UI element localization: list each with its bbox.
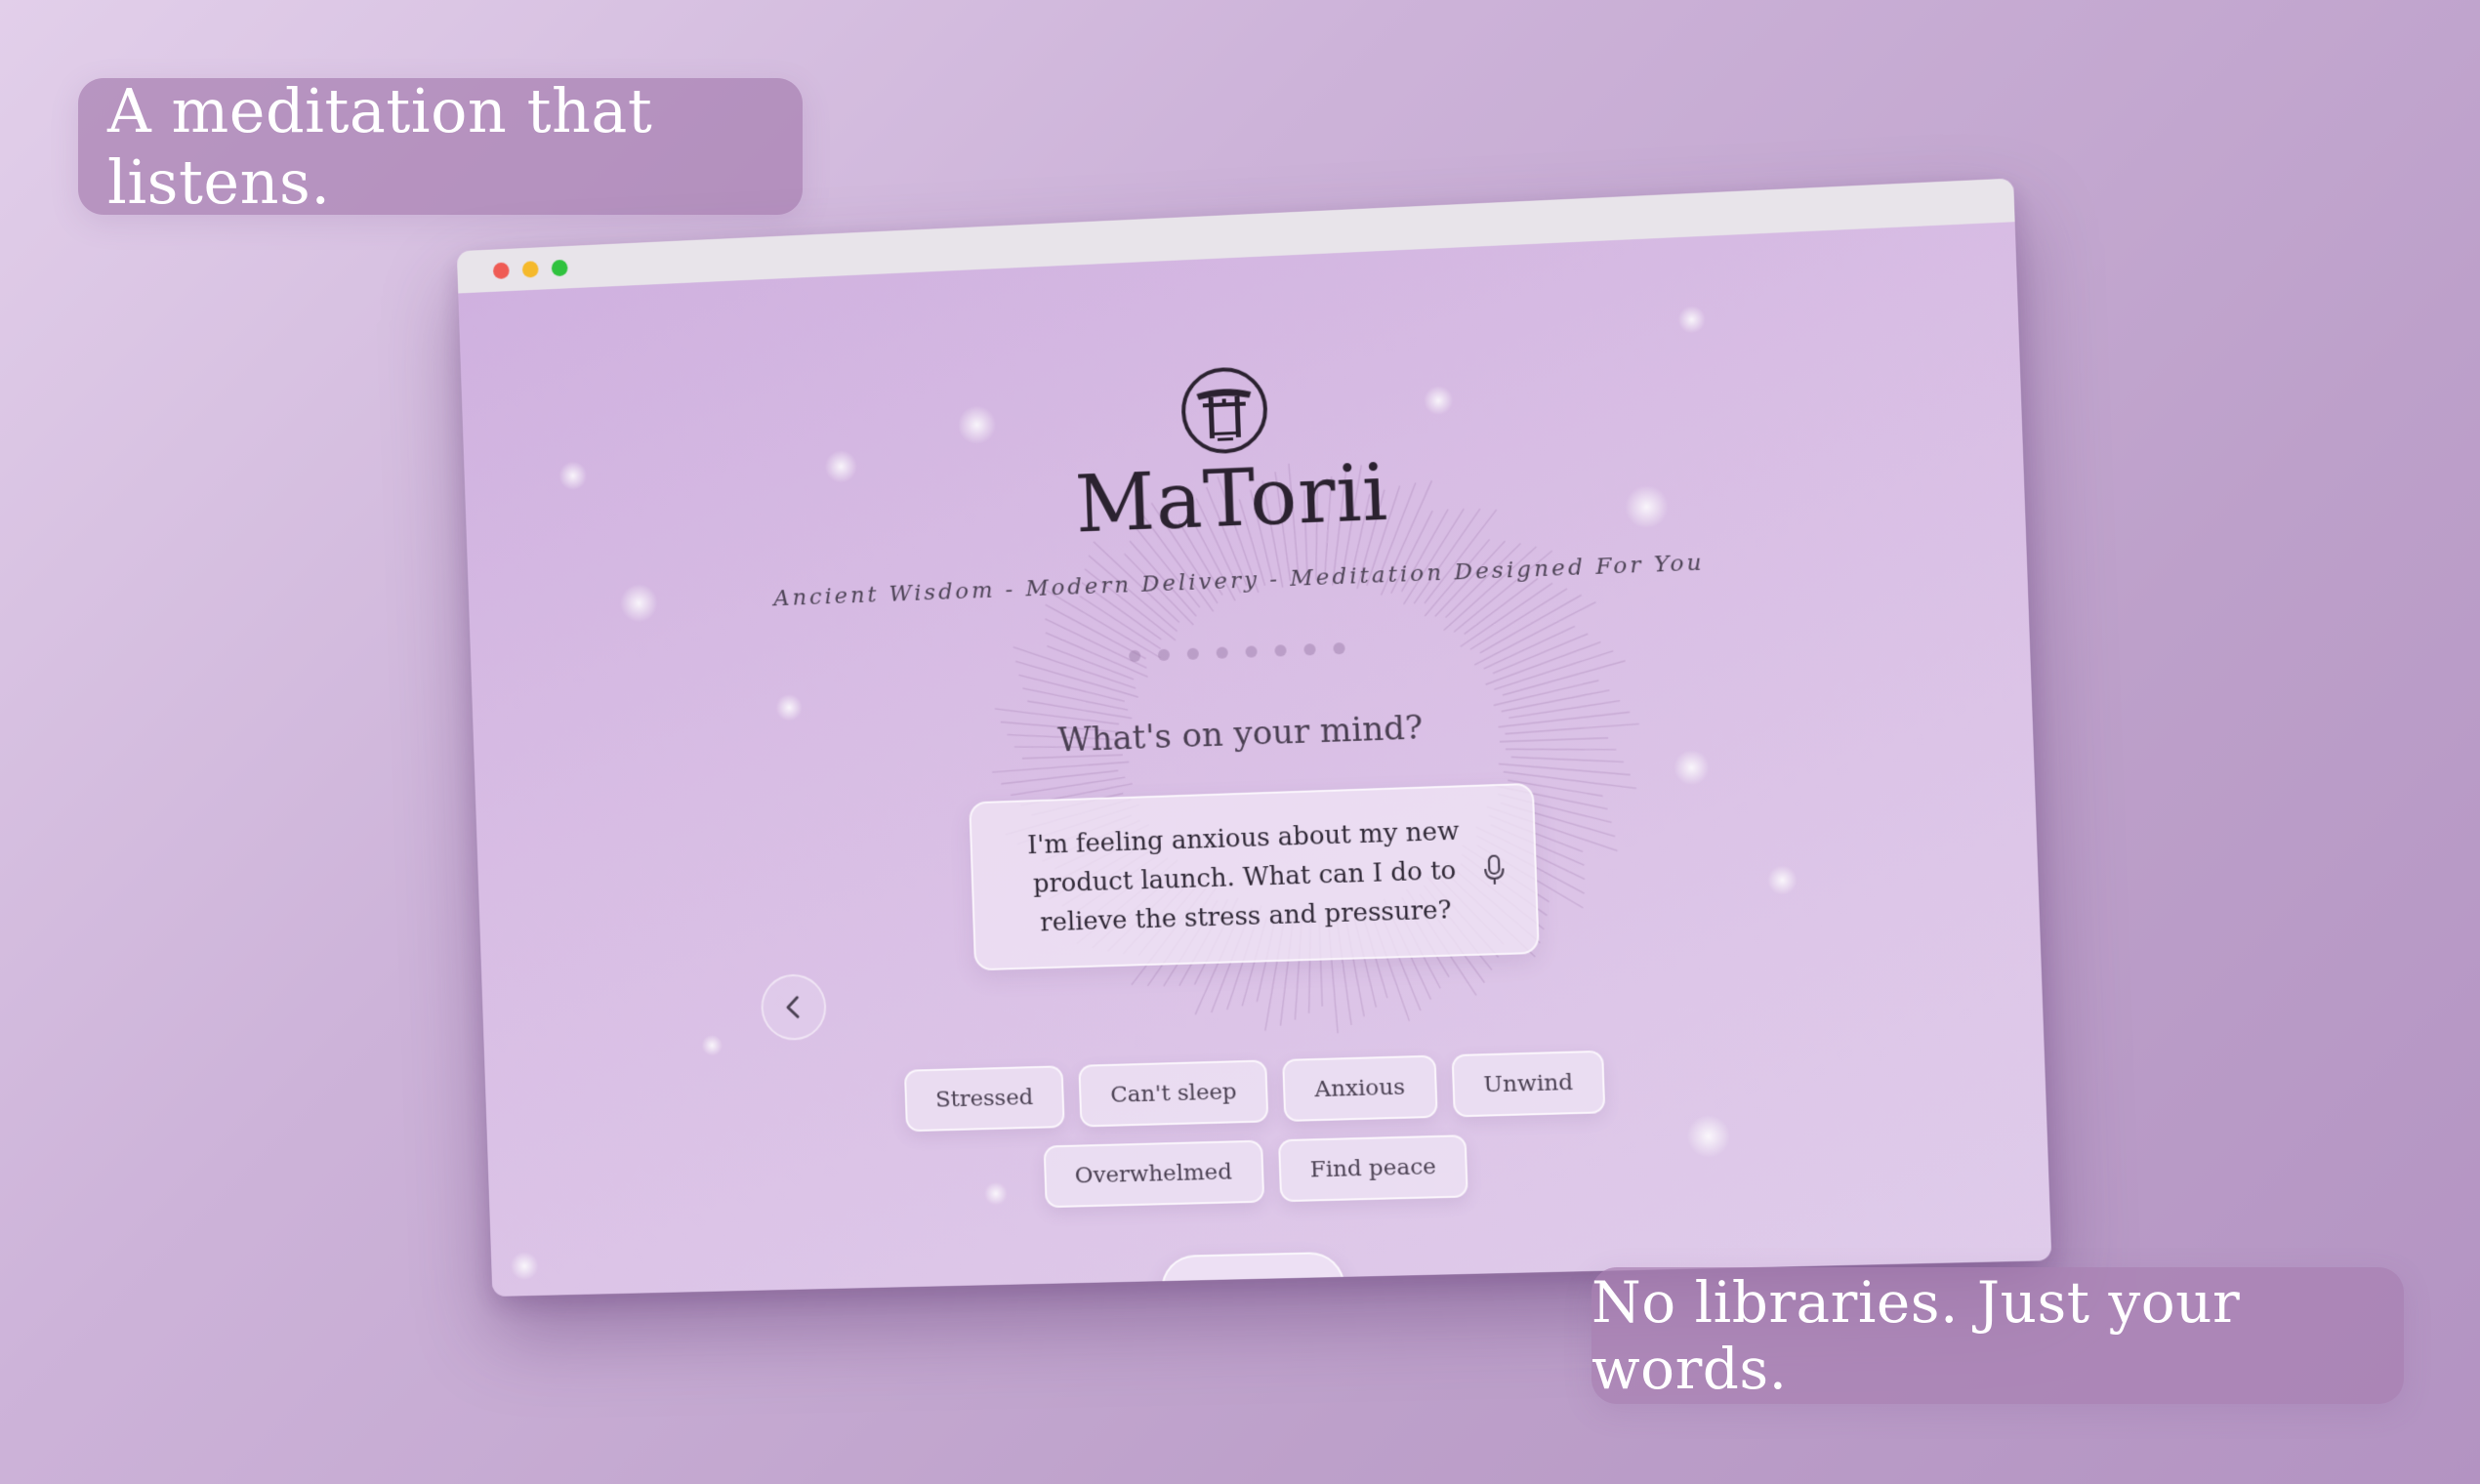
burst-ray (1001, 770, 1118, 784)
progress-dot (1129, 649, 1141, 663)
mood-chip-unwind[interactable]: Unwind (1451, 1050, 1606, 1118)
sparkle (1423, 385, 1454, 416)
sparkle (1676, 305, 1707, 335)
sparkle (510, 1251, 540, 1281)
subheadline-callout: No libraries. Just your words. (1591, 1267, 2404, 1404)
sparkle (957, 404, 997, 445)
mood-chip-find-peace[interactable]: Find peace (1277, 1134, 1469, 1203)
headline-text: A meditation that listens. (107, 75, 653, 218)
sparkle (774, 693, 804, 722)
mood-chip-cant-sleep[interactable]: Can't sleep (1078, 1059, 1269, 1128)
burst-ray (1484, 642, 1602, 685)
progress-dot (1274, 644, 1287, 657)
progress-dot (1245, 645, 1258, 658)
minimize-window-button[interactable] (521, 260, 539, 278)
progress-dot (1216, 646, 1228, 659)
sparkle (701, 1034, 723, 1056)
close-window-button[interactable] (492, 262, 510, 279)
continue-button[interactable]: Continue (1160, 1251, 1346, 1298)
burst-ray (1080, 594, 1161, 652)
mind-input-field[interactable]: I'm feeling anxious about my new product… (969, 782, 1540, 971)
burst-ray (1506, 745, 1616, 753)
progress-dot (1333, 641, 1345, 655)
burst-ray (992, 762, 1129, 771)
back-button[interactable] (760, 972, 828, 1042)
burst-ray (1511, 753, 1624, 765)
progress-dot (1186, 647, 1199, 660)
sparkle (1766, 864, 1798, 896)
torii-gate-icon (1177, 361, 1273, 459)
mood-chip-anxious[interactable]: Anxious (1282, 1054, 1438, 1123)
mood-chip-stressed[interactable]: Stressed (903, 1065, 1065, 1133)
mind-input-value[interactable]: I'm feeling anxious about my new product… (971, 809, 1537, 944)
burst-ray (1499, 760, 1631, 780)
mood-chip-overwhelmed[interactable]: Overwhelmed (1043, 1139, 1264, 1209)
subheadline-text: No libraries. Just your words. (1591, 1269, 2241, 1402)
browser-window-wrapper: MaTorii Ancient Wisdom - Modern Delivery… (456, 178, 2052, 1298)
browser-window: MaTorii Ancient Wisdom - Modern Delivery… (456, 178, 2052, 1298)
maximize-window-button[interactable] (551, 259, 568, 276)
progress-dot (1157, 648, 1171, 662)
app-content: MaTorii Ancient Wisdom - Modern Delivery… (458, 222, 2051, 1298)
headline-callout: A meditation that listens. (78, 75, 803, 218)
progress-dot (1303, 643, 1316, 656)
burst-ray (1011, 777, 1126, 795)
microphone-icon[interactable] (1483, 854, 1506, 886)
chevron-left-icon (783, 994, 805, 1019)
